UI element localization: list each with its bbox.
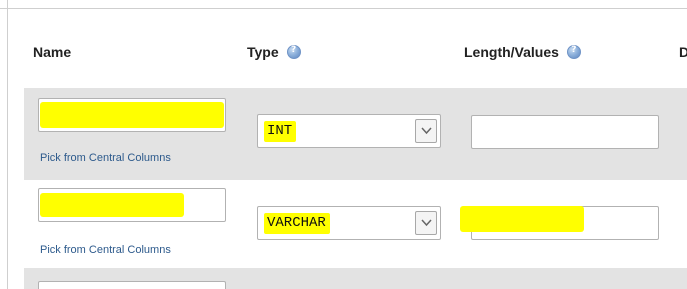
help-icon[interactable] <box>566 45 581 59</box>
highlight-mark <box>40 193 184 217</box>
column-name-input[interactable] <box>38 281 226 289</box>
highlight-mark <box>40 102 224 128</box>
column-type-value: VARCHAR <box>264 213 330 234</box>
column-type-select[interactable]: INT <box>257 114 441 148</box>
pick-central-columns-link[interactable]: Pick from Central Columns <box>40 244 171 256</box>
header-length-values: Length/Values <box>464 44 581 60</box>
header-type-label: Type <box>247 44 279 60</box>
header-name: Name <box>33 44 71 60</box>
highlight-mark <box>460 206 584 232</box>
column-type-select[interactable]: VARCHAR <box>257 206 441 240</box>
header-type: Type <box>247 44 301 60</box>
header-default-label: D <box>679 44 687 60</box>
top-frame <box>0 0 687 9</box>
chevron-down-icon[interactable] <box>415 119 437 143</box>
header-length-values-label: Length/Values <box>464 44 559 60</box>
help-icon[interactable] <box>286 45 301 59</box>
header-default: D <box>679 44 687 60</box>
column-type-value: INT <box>264 121 297 142</box>
header-name-label: Name <box>33 44 72 60</box>
column-definition-form: Name Type Length/Values D Pick from Cent… <box>0 0 687 289</box>
chevron-down-icon[interactable] <box>415 211 437 235</box>
left-frame <box>0 0 8 289</box>
pick-central-columns-link[interactable]: Pick from Central Columns <box>40 152 171 164</box>
length-values-input[interactable] <box>471 115 659 149</box>
